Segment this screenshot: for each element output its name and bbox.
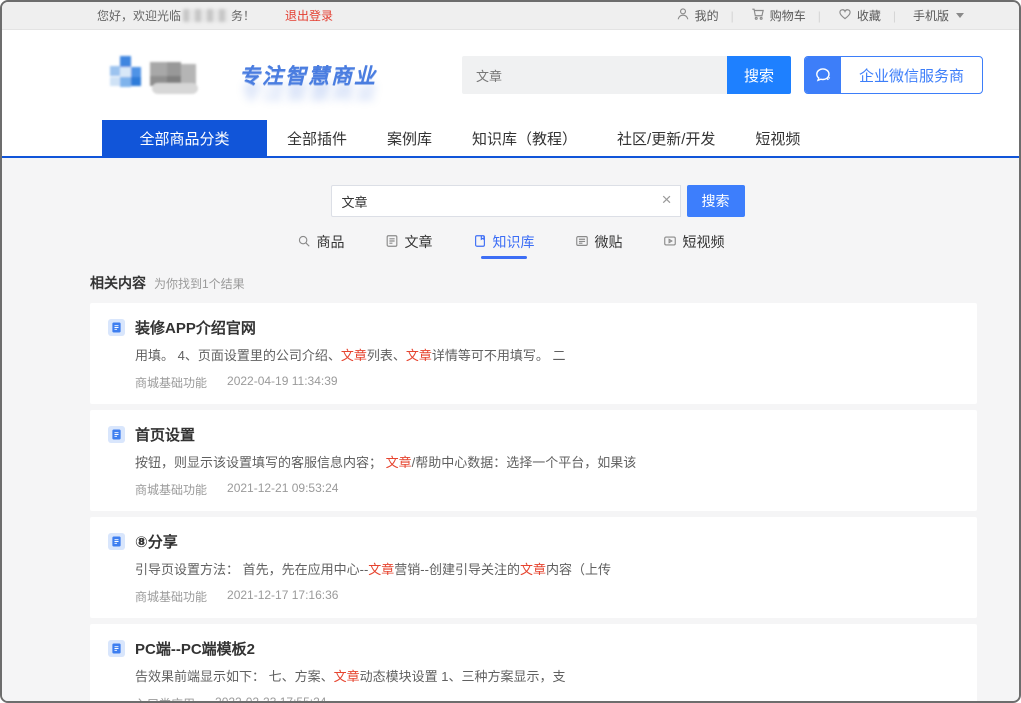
topbar-link-label: 手机版 [913,7,949,24]
tab-2[interactable]: 文章 [385,232,433,259]
result-card-1[interactable]: 装修APP介绍官网用填。 4、页面设置里的公司介绍、文章列表、文章详情等可不用填… [90,303,977,404]
search-input[interactable] [331,185,681,217]
logo-group[interactable]: 专注智慧商业 [102,52,377,98]
document-icon [108,319,125,336]
highlighted-keyword: 文章 [386,455,412,470]
result-card-2[interactable]: 首页设置按钮，则显示该设置填写的客服信息内容； 文章/帮助中心数据：选择一个平台… [90,410,977,511]
result-timestamp: 2022-02-23 17:55:24 [215,695,326,703]
wecom-chat-icon [805,56,841,94]
post-icon [575,234,589,251]
document-icon [108,640,125,657]
result-title[interactable]: 装修APP介绍官网 [135,317,256,338]
result-meta: 商城基础功能 2021-12-17 17:16:36 [135,588,959,605]
result-card-3[interactable]: ⑧分享引导页设置方法： 首先，先在应用中心--文章营销--创建引导关注的文章内容… [90,517,977,618]
search-button[interactable]: 搜索 [687,185,745,217]
wecom-service-button[interactable]: 企业微信服务商 [804,56,983,94]
results-count: 为你找到1个结果 [154,275,245,292]
tab-label: 知识库 [493,232,535,252]
document-icon [108,426,125,443]
header-search: 搜索 [462,56,791,94]
result-title[interactable]: 首页设置 [135,424,195,445]
result-category: 商城基础功能 [135,374,207,391]
topbar-link-label: 我的 [695,7,719,24]
main-nav: 全部商品分类 全部插件 案例库 知识库（教程） 社区/更新/开发 短视频 [2,120,1019,158]
clear-search-icon[interactable]: × [662,190,672,210]
nav-link-1[interactable]: 全部插件 [287,128,347,149]
wecom-button-label: 企业微信服务商 [841,65,982,86]
result-timestamp: 2022-04-19 11:34:39 [227,374,338,391]
nav-link-3[interactable]: 知识库（教程） [472,128,577,149]
result-meta: 商城基础功能 2021-12-21 09:53:24 [135,481,959,498]
topbar-link-4[interactable]: 手机版 [881,7,964,24]
nav-link-4[interactable]: 社区/更新/开发 [617,128,715,149]
result-snippet: 告效果前端显示如下： 七、方案、文章动态模块设置 1、三种方案显示，支 [135,668,959,686]
tab-1[interactable]: 商品 [297,232,345,259]
result-snippet: 引导页设置方法： 首先，先在应用中心--文章营销--创建引导关注的文章内容（上传 [135,561,959,579]
results-list: 装修APP介绍官网用填。 4、页面设置里的公司介绍、文章列表、文章详情等可不用填… [90,303,977,703]
search-result-tabs: 商品 文章 知识库 微贴 短视频 [2,232,1019,259]
cart-icon [751,7,765,24]
chevron-down-icon [956,13,964,18]
all-categories-button[interactable]: 全部商品分类 [102,120,267,156]
logo-image[interactable] [102,52,217,98]
heart-icon [838,7,852,24]
tab-label: 微贴 [595,232,623,252]
tab-label: 商品 [317,232,345,252]
results-section-head: 相关内容 为你找到1个结果 [90,273,1019,293]
result-timestamp: 2021-12-21 09:53:24 [227,481,338,498]
topbar: 您好，欢迎光临 务！ 退出登录 我的 购物车 收藏 手机版 [2,2,1019,30]
topbar-link-1[interactable]: 我的 [676,7,719,24]
nav-links: 全部插件 案例库 知识库（教程） 社区/更新/开发 短视频 [287,120,800,156]
highlighted-keyword: 文章 [334,669,360,684]
result-snippet: 按钮，则显示该设置填写的客服信息内容； 文章/帮助中心数据：选择一个平台，如果该 [135,454,959,472]
nav-link-5[interactable]: 短视频 [755,128,800,149]
video-icon [663,234,677,251]
result-meta: 入口类应用 2022-02-23 17:55:24 [135,695,959,703]
content-area: × 搜索 商品文章知识库微贴短视频 相关内容 为你找到1个结果 装修APP介绍官… [2,158,1019,703]
highlighted-keyword: 文章 [368,562,394,577]
header-search-button[interactable]: 搜索 [727,56,791,94]
topbar-link-2[interactable]: 购物车 [719,7,806,24]
censored-username [183,9,229,22]
welcome-area: 您好，欢迎光临 务！ 退出登录 [97,7,333,24]
browser-window: 您好，欢迎光临 务！ 退出登录 我的 购物车 收藏 手机版 [0,0,1021,703]
article-icon [385,234,399,251]
result-card-4[interactable]: PC端--PC端模板2 告效果前端显示如下： 七、方案、文章动态模块设置 1、三种… [90,624,977,703]
result-title[interactable]: ⑧分享 [135,531,178,552]
result-timestamp: 2021-12-17 17:16:36 [227,588,338,605]
tab-5[interactable]: 短视频 [663,232,725,259]
topbar-link-label: 购物车 [770,7,806,24]
result-category: 商城基础功能 [135,588,207,605]
result-title[interactable]: PC端--PC端模板2 [135,638,255,659]
result-category: 商城基础功能 [135,481,207,498]
logout-link[interactable]: 退出登录 [285,7,333,24]
result-meta: 商城基础功能 2022-04-19 11:34:39 [135,374,959,391]
highlighted-keyword: 文章 [406,348,432,363]
tab-label: 短视频 [683,232,725,252]
tab-4[interactable]: 微贴 [575,232,623,259]
welcome-text-suffix: 务！ [231,7,255,24]
tab-3[interactable]: 知识库 [473,232,535,259]
brand-tagline: 专注智慧商业 [239,60,377,90]
user-icon [676,7,690,24]
highlighted-keyword: 文章 [341,348,367,363]
section-title: 相关内容 [90,273,146,293]
topbar-links: 我的 购物车 收藏 手机版 [676,7,964,24]
nav-link-2[interactable]: 案例库 [387,128,432,149]
header-search-input[interactable] [462,56,727,94]
search-icon [297,234,311,251]
tab-label: 文章 [405,232,433,252]
result-snippet: 用填。 4、页面设置里的公司介绍、文章列表、文章详情等可不用填写。 二 [135,347,959,365]
site-header: 专注智慧商业 搜索 企业微信服务商 [2,30,1019,120]
topbar-link-3[interactable]: 收藏 [806,7,881,24]
document-icon [108,533,125,550]
topbar-link-label: 收藏 [857,7,881,24]
knowledge-icon [473,234,487,251]
result-category: 入口类应用 [135,695,195,703]
search-panel: × 搜索 [29,158,1019,217]
highlighted-keyword: 文章 [520,562,546,577]
welcome-text-prefix: 您好，欢迎光临 [97,7,181,24]
